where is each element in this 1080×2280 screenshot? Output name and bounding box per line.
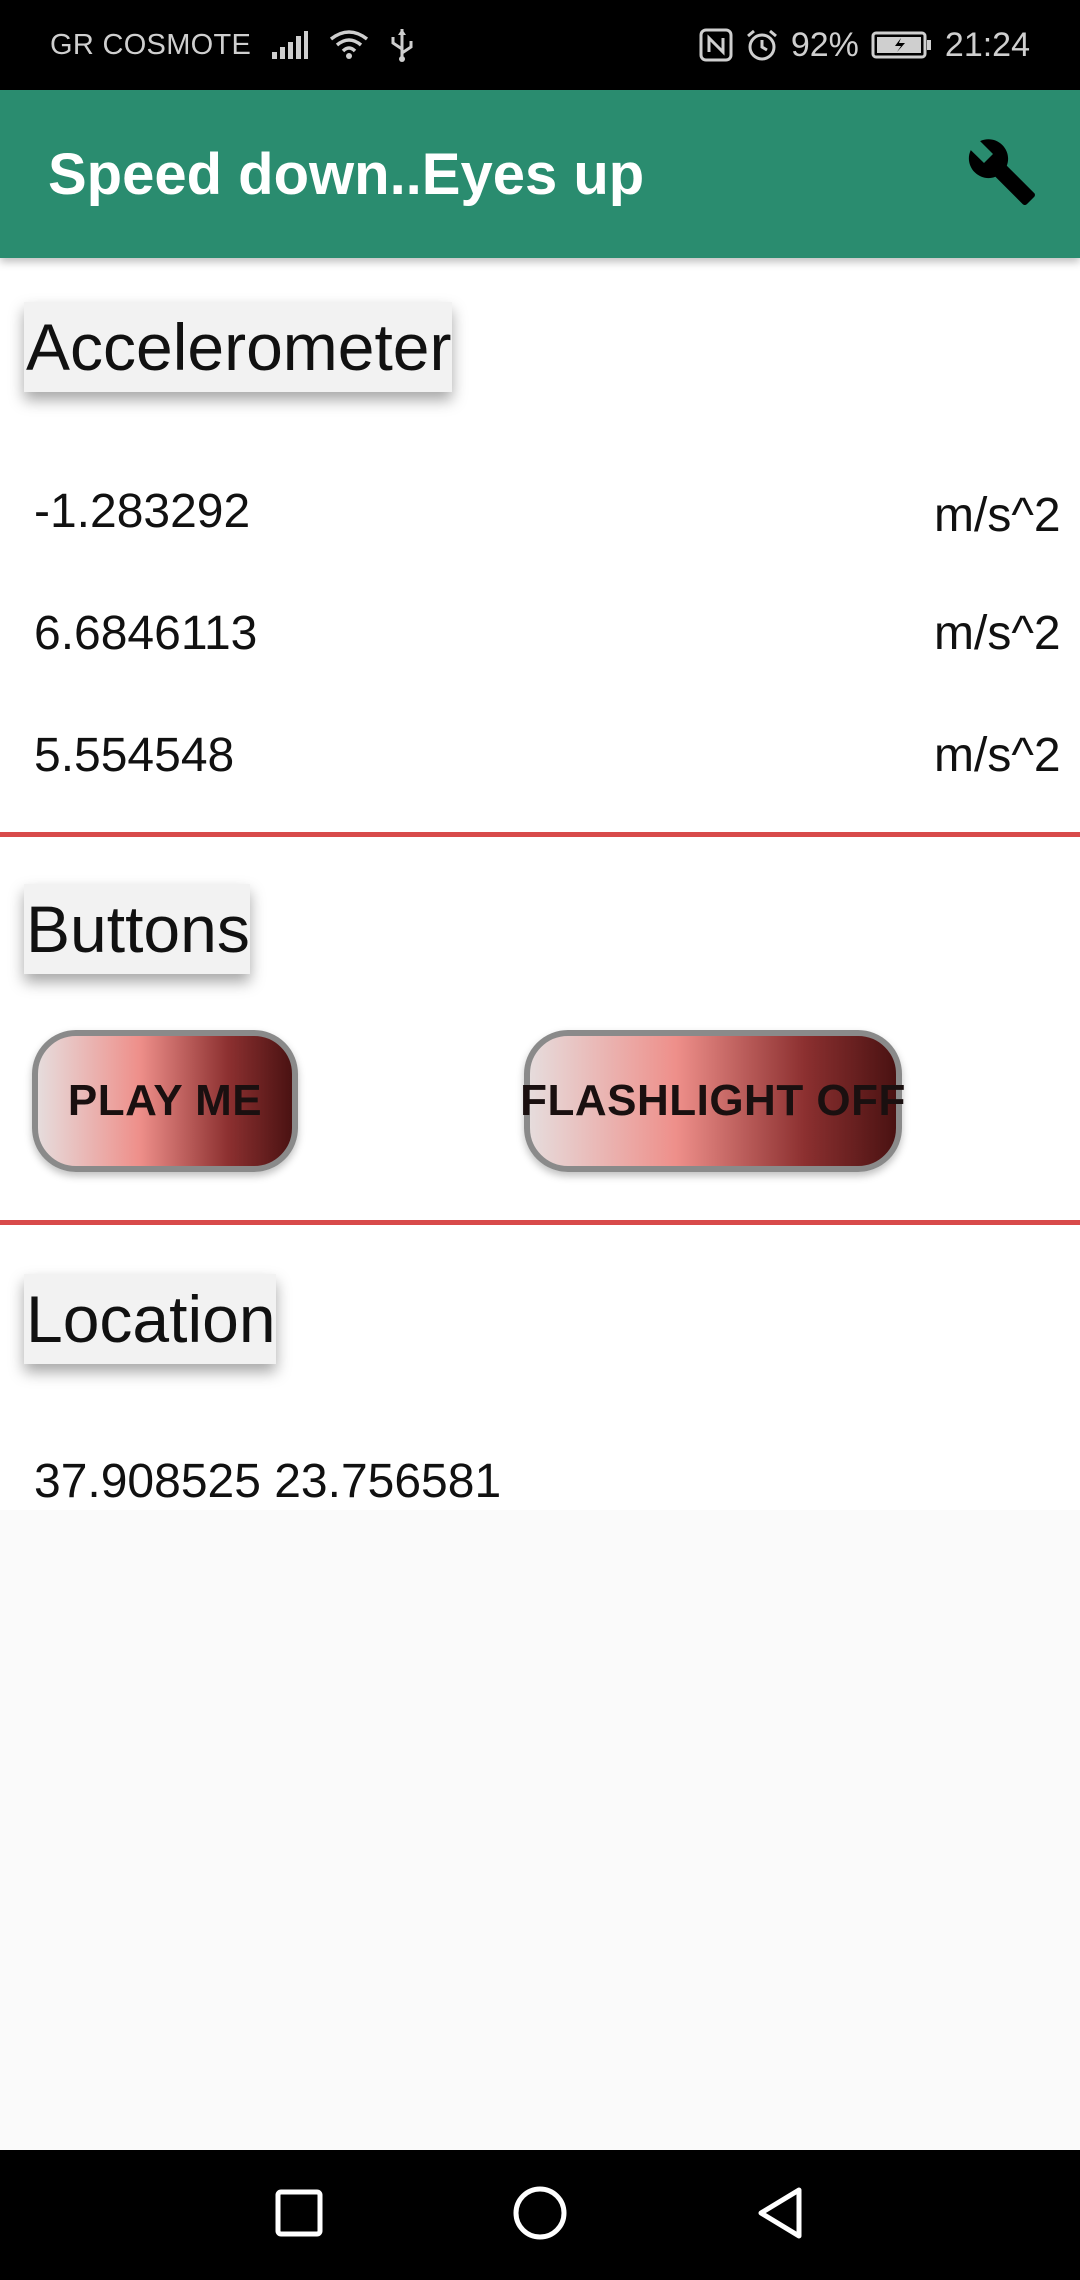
app-bar: Speed down..Eyes up [0,90,1080,258]
accel-z-value: 5.554548 [34,729,235,782]
home-icon [512,2185,568,2246]
accel-z-unit: m/s^2 [934,729,1061,782]
alarm-icon [745,28,779,62]
play-me-button[interactable]: PLAY ME [32,1030,298,1172]
usb-icon [389,27,415,63]
status-bar: GR COSMOTE 92% 21:24 [0,0,1080,90]
recents-icon [274,2188,324,2243]
back-icon [753,2185,809,2246]
app-title: Speed down..Eyes up [48,141,645,207]
wrench-icon [966,136,1038,213]
accel-y-unit: m/s^2 [934,607,1061,660]
battery-percent: 92% [790,25,859,64]
battery-icon [871,30,933,60]
accel-y-value: 6.6846113 [34,607,258,660]
nfc-icon [699,28,733,62]
navigation-bar [0,2150,1080,2280]
accel-x-value: -1.283292 [34,485,251,538]
status-left: GR COSMOTE [50,0,415,90]
main-content: Accelerometer -1.283292 m/s^2 6.6846113 … [0,258,1080,1510]
flashlight-button[interactable]: FLASHLIGHT OFF [520,1030,905,1172]
location-header: Location [24,1274,276,1364]
location-coordinates: 37.908525 23.756581 [34,1455,502,1508]
back-button[interactable] [746,2180,816,2250]
section-divider [0,1220,1080,1225]
section-divider [0,832,1080,837]
clock: 21:24 [944,25,1030,64]
accelerometer-header: Accelerometer [24,302,452,392]
settings-button[interactable] [960,132,1044,216]
home-button[interactable] [505,2180,575,2250]
signal-icon [271,30,309,60]
recents-button[interactable] [264,2180,334,2250]
buttons-header: Buttons [24,884,250,974]
carrier-label: GR COSMOTE [50,28,252,61]
status-right: 92% 21:24 [699,0,1030,90]
accel-x-unit: m/s^2 [934,489,1061,542]
wifi-icon [329,29,369,61]
